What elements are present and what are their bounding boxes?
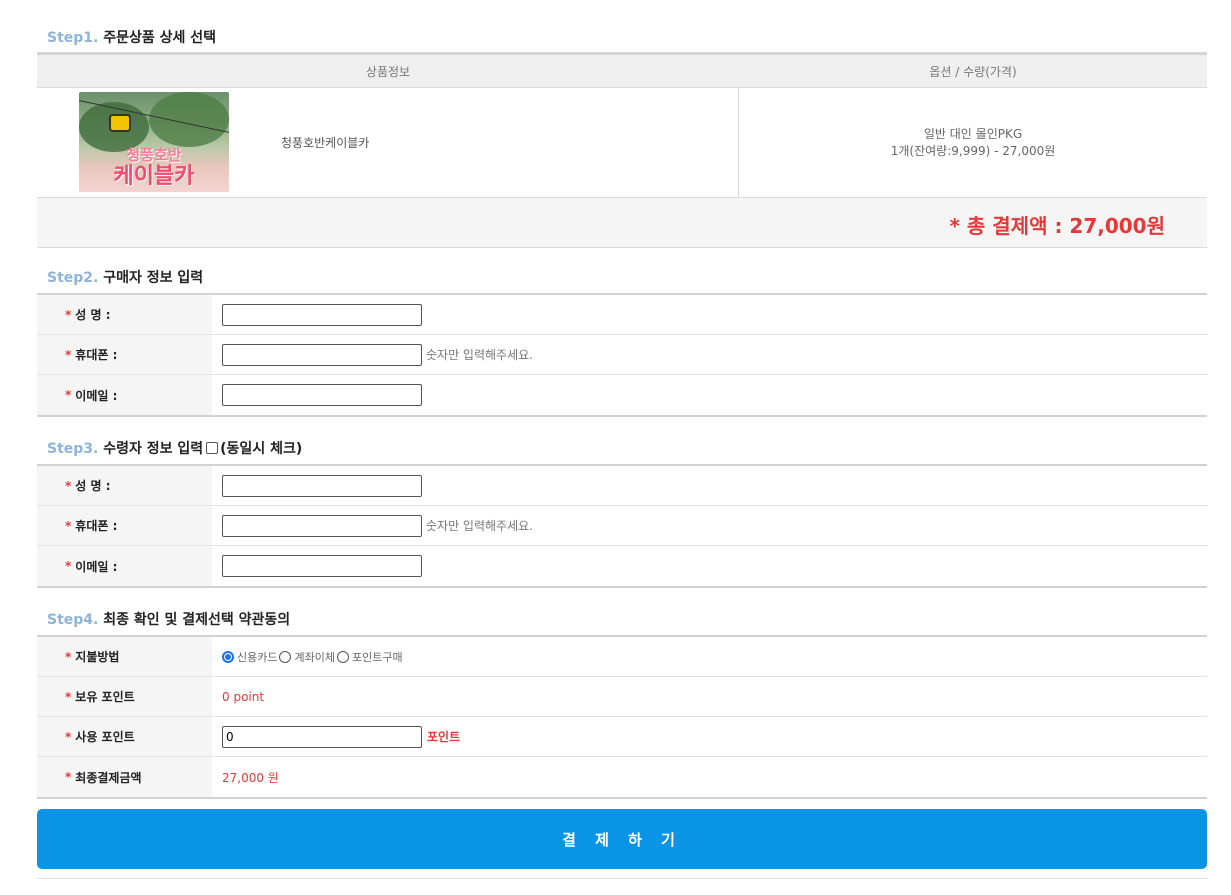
buyer-name-input[interactable] <box>222 303 422 326</box>
step4-number: Step4. <box>47 612 99 628</box>
step3-title: Step3. 수령자 정보 입력 (동일시 체크) <box>47 438 302 458</box>
step1-label: 주문상품 상세 선택 <box>103 30 217 46</box>
radio-bank-transfer[interactable]: 계좌이체 <box>279 649 335 665</box>
step2-title: Step2. 구매자 정보 입력 <box>47 267 203 287</box>
receiver-phone-row: * 휴대폰 : 숫자만 입력해주세요. <box>37 506 1207 546</box>
step3-number: Step3. <box>47 441 99 457</box>
receiver-name-label: * 성 명 : <box>37 466 212 505</box>
buyer-email-label: * 이메일 : <box>37 375 212 415</box>
buyer-name-row: * 성 명 : <box>37 295 1207 335</box>
final-amount-value: 27,000 원 <box>222 770 279 785</box>
receiver-email-label: * 이메일 : <box>37 546 212 586</box>
buyer-phone-input[interactable] <box>222 343 422 366</box>
final-amount-row: * 최종결제금액 27,000 원 <box>37 757 1207 797</box>
step4-label: 최종 확인 및 결제선택 약관동의 <box>103 612 291 628</box>
header-product-info: 상품정보 <box>365 64 411 79</box>
step1-title: Step1. 주문상품 상세 선택 <box>47 27 216 47</box>
buyer-email-row: * 이메일 : <box>37 375 1207 415</box>
radio-point-purchase[interactable]: 포인트구매 <box>336 649 403 665</box>
same-as-buyer-checkbox[interactable] <box>206 442 219 454</box>
thumbnail-text-2: 케이블카 <box>113 164 195 189</box>
option-qty-price: 1개(잔여량:9,999) - 27,000원 <box>890 143 1056 158</box>
buyer-phone-row: * 휴대폰 : 숫자만 입력해주세요. <box>37 335 1207 375</box>
step2-number: Step2. <box>47 270 99 286</box>
use-points-unit: 포인트 <box>427 730 461 744</box>
cable-car-icon <box>109 114 131 132</box>
payment-method-label: * 지불방법 <box>37 637 212 676</box>
bottom-divider <box>37 878 1207 879</box>
owned-points-row: * 보유 포인트 0 point <box>37 677 1207 717</box>
buyer-email-input[interactable] <box>222 384 422 406</box>
step4-title: Step4. 최종 확인 및 결제선택 약관동의 <box>47 609 290 629</box>
step3-label: 수령자 정보 입력 <box>103 441 204 457</box>
option-name: 일반 대인 몰인PKG <box>923 126 1023 141</box>
payment-table: * 지불방법 신용카드 계좌이체 포인트구매 * 보유 포인트 0 point * 사… <box>37 635 1207 799</box>
total-amount: * 총 결제액 : 27,000원 <box>949 214 1166 238</box>
pay-button[interactable]: 결 제 하 기 <box>37 809 1207 869</box>
receiver-name-input[interactable] <box>222 474 422 497</box>
same-as-buyer-label: (동일시 체크) <box>220 441 303 457</box>
owned-points-label: * 보유 포인트 <box>37 677 212 716</box>
final-amount-label: * 최종결제금액 <box>37 757 212 797</box>
receiver-phone-input[interactable] <box>222 514 422 537</box>
header-option-qty: 옵션 / 수량(가격) <box>929 64 1017 79</box>
receiver-name-row: * 성 명 : <box>37 466 1207 506</box>
use-points-input[interactable] <box>222 725 422 748</box>
product-table-header: 상품정보 옵션 / 수량(가격) <box>37 55 1207 88</box>
product-info-cell: 청풍호반 케이블카 청풍호반케이블카 <box>37 88 739 197</box>
use-points-row: *사용 포인트 포인트 <box>37 717 1207 757</box>
receiver-email-input[interactable] <box>222 555 422 577</box>
product-name[interactable]: 청풍호반케이블카 <box>281 134 369 151</box>
receiver-email-row: * 이메일 : <box>37 546 1207 586</box>
product-thumbnail[interactable]: 청풍호반 케이블카 <box>79 92 229 192</box>
buyer-phone-hint: 숫자만 입력해주세요. <box>426 348 533 362</box>
use-points-label: * 사용 포인트 <box>37 717 212 756</box>
receiver-phone-hint: 숫자만 입력해주세요. <box>426 519 533 533</box>
payment-method-row: * 지불방법 신용카드 계좌이체 포인트구매 <box>37 637 1207 677</box>
buyer-info-table: * 성 명 : * 휴대폰 : 숫자만 입력해주세요. * 이메일 : <box>37 293 1207 417</box>
step1-number: Step1. <box>47 30 99 46</box>
product-table: 상품정보 옵션 / 수량(가격) 청풍호반 케이블카 청풍호반케이블카 일반 대… <box>37 52 1207 248</box>
buyer-name-label: * 성 명 : <box>37 295 212 334</box>
total-row: * 총 결제액 : 27,000원 <box>37 198 1207 248</box>
product-option-cell: 일반 대인 몰인PKG 1개(잔여량:9,999) - 27,000원 <box>739 88 1207 197</box>
receiver-phone-label: * 휴대폰 : <box>37 506 212 545</box>
owned-points-value: 0 point <box>222 689 265 704</box>
product-row: 청풍호반 케이블카 청풍호반케이블카 일반 대인 몰인PKG 1개(잔여량:9,… <box>37 88 1207 198</box>
buyer-phone-label: * 휴대폰 : <box>37 335 212 374</box>
step2-label: 구매자 정보 입력 <box>103 270 204 286</box>
receiver-info-table: * 성 명 : * 휴대폰 : 숫자만 입력해주세요. * 이메일 : <box>37 464 1207 588</box>
radio-credit-card[interactable]: 신용카드 <box>222 649 277 665</box>
